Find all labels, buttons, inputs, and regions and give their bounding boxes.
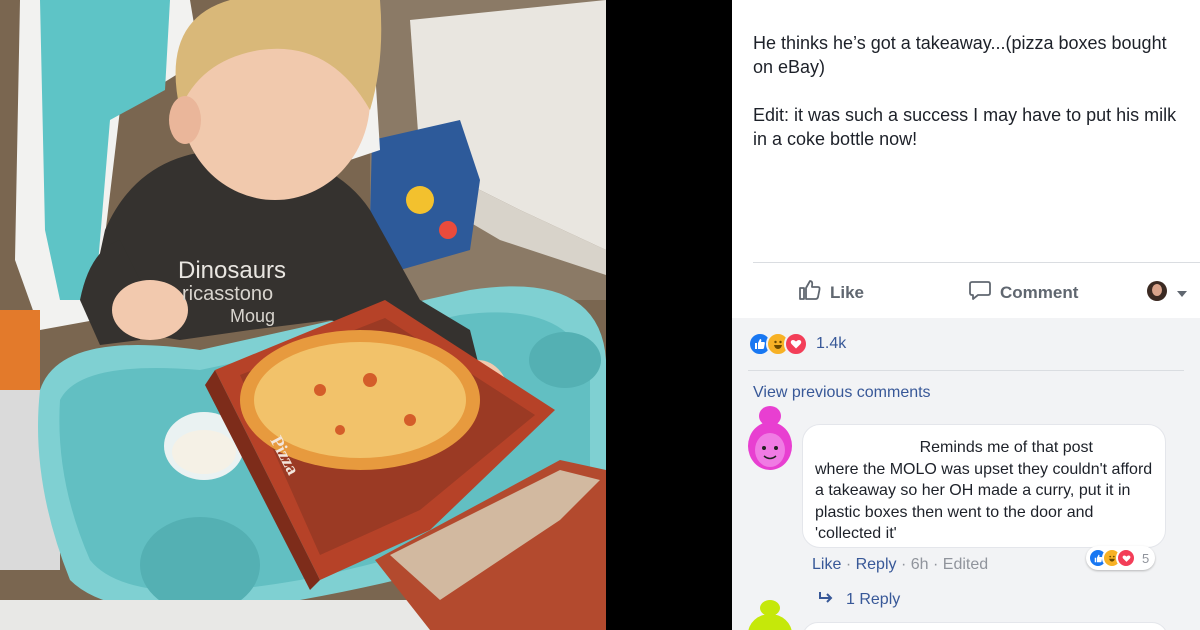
separator: · [845, 556, 856, 573]
comment-time[interactable]: 6h [911, 556, 929, 573]
like-button[interactable]: Like [798, 278, 864, 307]
photo-letterbox [606, 0, 732, 630]
shirt-print-line3: Moug [230, 306, 275, 326]
shirt-print-line2: ricasstono [182, 283, 273, 305]
action-bar: Like Comment [732, 264, 1200, 316]
comment-text: where the MOLO was upset they couldn't a… [815, 460, 1153, 543]
commenter-avatar[interactable] [746, 600, 794, 630]
post-panel: He thinks he’s got a takeaway...(pizza b… [732, 0, 1200, 630]
comment-text-line1: Reminds me of that post [919, 439, 1093, 456]
comment-edited[interactable]: Edited [943, 556, 988, 573]
divider [753, 262, 1200, 263]
comment-label: Comment [1000, 282, 1079, 302]
post-photo[interactable]: Pizza Dinosaurs ricasstono Moug [0, 0, 606, 630]
comment-bubble: Reminds me of that post where the MOLO w… [802, 424, 1166, 548]
post-paragraph-2: Edit: it was such a success I may have t… [753, 105, 1177, 149]
comment-meta: Like · Reply · 6h · Edited [812, 556, 988, 574]
reaction-summary[interactable]: 1.4k [748, 332, 846, 356]
love-icon [1116, 548, 1136, 568]
reaction-count: 1.4k [816, 335, 847, 352]
comment-reply-link[interactable]: Reply [856, 556, 897, 573]
separator: · [932, 556, 943, 573]
shirt-print-line1: Dinosaurs [178, 257, 286, 284]
photo-illustration: Pizza Dinosaurs ricasstono Moug [0, 0, 606, 630]
divider [748, 370, 1184, 371]
comment-reaction-count: 5 [1142, 550, 1150, 566]
comment-reactions[interactable]: 5 [1086, 546, 1156, 570]
love-icon [784, 332, 808, 356]
post-paragraph-1: He thinks he’s got a takeaway...(pizza b… [753, 33, 1167, 77]
separator: · [900, 556, 911, 573]
chevron-down-icon [1176, 284, 1188, 304]
comments-section: 1.4k View previous comments Reminds me o… [732, 318, 1200, 630]
comment-button[interactable]: Comment [968, 278, 1078, 307]
comment-bubble [802, 622, 1168, 630]
like-label: Like [830, 282, 865, 302]
post-text: He thinks he’s got a takeaway...(pizza b… [753, 31, 1183, 175]
reply-arrow-icon [818, 590, 834, 609]
thumbs-up-icon [798, 278, 822, 307]
commenter-avatar[interactable] [746, 406, 794, 470]
comment-like-link[interactable]: Like [812, 556, 841, 573]
speech-bubble-icon [968, 278, 992, 307]
profile-avatar-icon [1146, 280, 1168, 307]
view-replies-link[interactable]: 1 Reply [818, 590, 900, 609]
view-previous-comments-link[interactable]: View previous comments [753, 384, 931, 402]
replies-label: 1 Reply [846, 590, 901, 608]
reaction-selector[interactable] [1146, 280, 1188, 307]
